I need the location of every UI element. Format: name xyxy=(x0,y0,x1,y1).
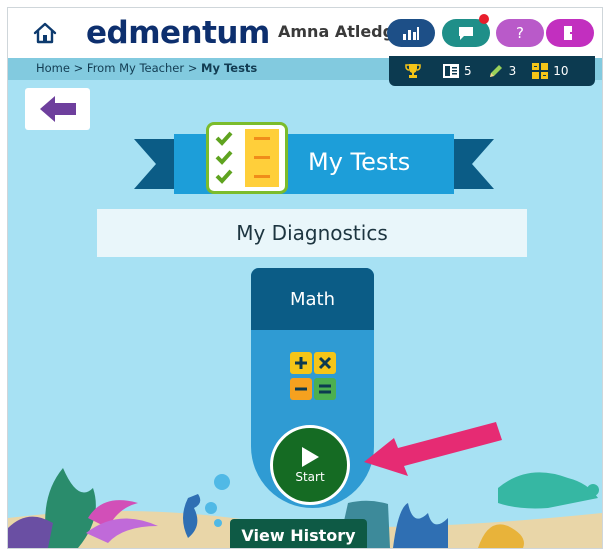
grid-stat[interactable]: 10 xyxy=(532,63,569,79)
top-header: edmentum Amna Atledge ? xyxy=(8,8,602,58)
chat-bubble-icon xyxy=(459,27,473,40)
back-button[interactable] xyxy=(25,88,90,130)
logout-icon xyxy=(564,26,578,40)
trophy-stat[interactable] xyxy=(405,63,421,79)
math-operations-icon xyxy=(290,352,336,400)
card-subject-title: Math xyxy=(251,268,374,330)
grid-count: 10 xyxy=(553,64,569,78)
checklist-icon xyxy=(206,122,288,194)
section-heading: My Diagnostics xyxy=(97,209,527,257)
view-history-button[interactable]: View History xyxy=(230,519,367,548)
breadcrumb-home[interactable]: Home xyxy=(36,61,70,75)
breadcrumb-separator: > xyxy=(69,61,87,75)
start-label: Start xyxy=(295,470,325,484)
pointer-arrow-annotation xyxy=(364,422,502,476)
pencil-icon xyxy=(489,65,502,77)
start-button[interactable]: Start xyxy=(270,425,350,505)
pencil-count: 3 xyxy=(508,64,517,78)
breadcrumb-current: My Tests xyxy=(201,61,258,75)
app-frame: edmentum Amna Atledge ? Home > From My T… xyxy=(7,7,603,549)
play-icon xyxy=(302,447,319,467)
trophy-icon xyxy=(405,64,421,78)
progress-button[interactable] xyxy=(387,19,435,47)
logout-button[interactable] xyxy=(546,19,594,47)
stats-panel: 5 3 10 xyxy=(389,56,595,86)
document-icon xyxy=(443,64,459,78)
notification-dot xyxy=(479,14,489,24)
assignments-stat[interactable]: 5 xyxy=(443,64,472,78)
arrow-left-icon xyxy=(39,96,76,122)
edmentum-logo: edmentum xyxy=(86,15,270,51)
username-label: Amna Atledge xyxy=(278,22,405,41)
breadcrumb-separator: > xyxy=(184,61,202,75)
home-icon[interactable] xyxy=(32,20,58,46)
help-icon: ? xyxy=(516,24,524,42)
help-button[interactable]: ? xyxy=(496,19,544,47)
bar-chart-icon xyxy=(403,27,419,40)
assignments-count: 5 xyxy=(464,64,472,78)
grid-icon xyxy=(532,63,549,79)
breadcrumb: Home > From My Teacher > My Tests xyxy=(36,61,257,75)
pencil-stat[interactable]: 3 xyxy=(488,63,517,79)
breadcrumb-from-my-teacher[interactable]: From My Teacher xyxy=(87,61,184,75)
page-title: My Tests xyxy=(308,148,411,176)
